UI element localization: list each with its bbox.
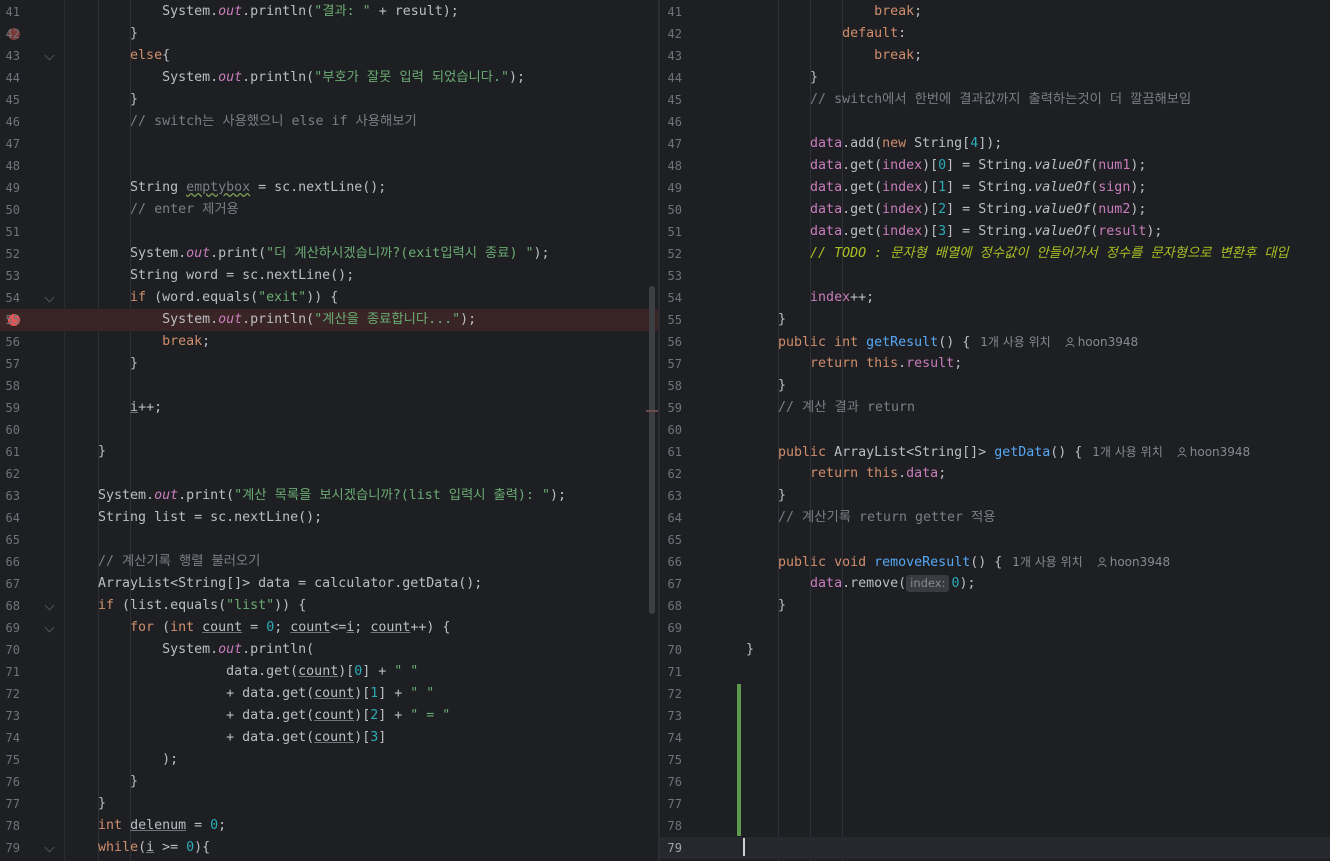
code-line[interactable]: 78 — [660, 815, 1330, 837]
code-line[interactable]: 55 } — [660, 309, 1330, 331]
fold-arrow-icon[interactable] — [44, 600, 55, 611]
code-line[interactable]: 70 System.out.println( — [0, 639, 658, 661]
code-line[interactable]: 68 } — [660, 595, 1330, 617]
author-hint[interactable]: hoon3948 — [1177, 445, 1250, 459]
code-line[interactable]: 45 // switch에서 한번에 결과값까지 출력하는것이 더 깔끔해보임 — [660, 89, 1330, 111]
user-icon — [1097, 557, 1107, 567]
code-line[interactable]: 62 — [0, 463, 658, 485]
code-line[interactable]: 71 — [660, 661, 1330, 683]
right-editor-pane[interactable]: 41 break; 42 default: 43 break; 44 } 45 … — [660, 0, 1330, 861]
fold-arrow-icon[interactable] — [44, 842, 55, 853]
code-line[interactable]: 51 data.get(index)[3] = String.valueOf(r… — [660, 221, 1330, 243]
code-line[interactable]: 69 for (int count = 0; count<=i; count++… — [0, 617, 658, 639]
left-scrollbar[interactable] — [649, 286, 655, 614]
code-line[interactable]: 56 break; — [0, 331, 658, 353]
vcs-added-marker[interactable] — [737, 684, 741, 836]
code-line-current[interactable]: 79 — [660, 837, 1330, 859]
code-line-breakpoint[interactable]: 55 System.out.println("계산을 종료합니다..."); — [0, 309, 658, 331]
code-line[interactable]: 70} — [660, 639, 1330, 661]
code-line[interactable]: 54 if (word.equals("exit")) { — [0, 287, 658, 309]
usage-hint[interactable]: 1개 사용 위치 — [980, 335, 1050, 349]
author-hint[interactable]: hoon3948 — [1097, 555, 1170, 569]
code-line[interactable]: 42 default: — [660, 23, 1330, 45]
code-line[interactable]: 69 — [660, 617, 1330, 639]
code-line[interactable]: 63 } — [660, 485, 1330, 507]
code-line[interactable]: 63 System.out.print("계산 목록을 보시겠습니까?(list… — [0, 485, 658, 507]
code-line[interactable]: 74 + data.get(count)[3] — [0, 727, 658, 749]
code-line[interactable]: 58 } — [660, 375, 1330, 397]
code-line[interactable]: 44 System.out.println("부호가 잘못 입력 되었습니다."… — [0, 67, 658, 89]
code-line[interactable]: 62 return this.data; — [660, 463, 1330, 485]
code-line[interactable]: 74 — [660, 727, 1330, 749]
code-line[interactable]: 64 // 계산기록 return getter 적용 — [660, 507, 1330, 529]
code-line[interactable]: 73 + data.get(count)[2] + " = " — [0, 705, 658, 727]
left-editor-pane[interactable]: 41 System.out.println("결과: " + result); … — [0, 0, 658, 861]
code-line[interactable]: 46 // switch는 사용했으니 else if 사용해보기 — [0, 111, 658, 133]
code-line[interactable]: 53 String word = sc.nextLine(); — [0, 265, 658, 287]
code-line[interactable]: 61 } — [0, 441, 658, 463]
code-line[interactable]: 78 int delenum = 0; — [0, 815, 658, 837]
code-line[interactable]: 57 } — [0, 353, 658, 375]
parameter-hint: index: — [906, 575, 950, 592]
code-line[interactable]: 45 } — [0, 89, 658, 111]
code-line[interactable]: 68 if (list.equals("list")) { — [0, 595, 658, 617]
code-line[interactable]: 64 String list = sc.nextLine(); — [0, 507, 658, 529]
author-hint[interactable]: hoon3948 — [1065, 335, 1138, 349]
code-line[interactable]: 71 data.get(count)[0] + " " — [0, 661, 658, 683]
code-line[interactable]: 49 data.get(index)[1] = String.valueOf(s… — [660, 177, 1330, 199]
code-line[interactable]: 49 String emptybox = sc.nextLine(); — [0, 177, 658, 199]
code-line[interactable]: 76 — [660, 771, 1330, 793]
fold-arrow-icon[interactable] — [44, 292, 55, 303]
code-line[interactable]: 60 — [0, 419, 658, 441]
code-line[interactable]: 43 else{ — [0, 45, 658, 67]
usage-hint[interactable]: 1개 사용 위치 — [1012, 555, 1082, 569]
code-line[interactable]: 77 } — [0, 793, 658, 815]
code-line[interactable]: 79 while(i >= 0){ — [0, 837, 658, 859]
code-line[interactable]: 58 — [0, 375, 658, 397]
code-line[interactable]: 72 — [660, 683, 1330, 705]
code-line[interactable]: 42 } — [0, 23, 658, 45]
scrollbar-marker — [646, 410, 658, 412]
code-line[interactable]: 48 — [0, 155, 658, 177]
code-line[interactable]: 50 // enter 제거용 — [0, 199, 658, 221]
text-caret — [743, 838, 745, 856]
code-line[interactable]: 66 // 계산기록 행렬 불러오기 — [0, 551, 658, 573]
code-line[interactable]: 61 public ArrayList<String[]> getData() … — [660, 441, 1330, 463]
code-line[interactable]: 46 — [660, 111, 1330, 133]
code-line[interactable]: 47 — [0, 133, 658, 155]
code-line[interactable]: 75 — [660, 749, 1330, 771]
code-line[interactable]: 76 } — [0, 771, 658, 793]
code-line[interactable]: 51 — [0, 221, 658, 243]
code-line[interactable]: 73 — [660, 705, 1330, 727]
user-icon — [1065, 337, 1075, 347]
code-line[interactable]: 67 data.remove(index: 0); — [660, 573, 1330, 595]
code-line[interactable]: 75 ); — [0, 749, 658, 771]
code-line[interactable]: 66 public void removeResult() {1개 사용 위치 h… — [660, 551, 1330, 573]
code-line[interactable]: 65 — [0, 529, 658, 551]
code-line[interactable]: 50 data.get(index)[2] = String.valueOf(n… — [660, 199, 1330, 221]
code-line[interactable]: 59 i++; — [0, 397, 658, 419]
code-line[interactable]: 43 break; — [660, 45, 1330, 67]
code-line[interactable]: 72 + data.get(count)[1] + " " — [0, 683, 658, 705]
code-line[interactable]: 65 — [660, 529, 1330, 551]
code-line[interactable]: 41 break; — [660, 1, 1330, 23]
code-line[interactable]: 77 — [660, 793, 1330, 815]
user-icon — [1177, 447, 1187, 457]
code-line[interactable]: 52 // TODO : 문자형 배열에 정수값이 안들어가서 정수를 문자형으… — [660, 243, 1330, 265]
code-line[interactable]: 41 System.out.println("결과: " + result); — [0, 1, 658, 23]
fold-arrow-icon[interactable] — [44, 50, 55, 61]
usage-hint[interactable]: 1개 사용 위치 — [1092, 445, 1162, 459]
code-line[interactable]: 56 public int getResult() {1개 사용 위치 hoon3… — [660, 331, 1330, 353]
code-line[interactable]: 60 — [660, 419, 1330, 441]
code-line[interactable]: 54 index++; — [660, 287, 1330, 309]
code-line[interactable]: 44 } — [660, 67, 1330, 89]
fold-arrow-icon[interactable] — [44, 622, 55, 633]
code-line[interactable]: 48 data.get(index)[0] = String.valueOf(n… — [660, 155, 1330, 177]
code-line[interactable]: 52 System.out.print("더 계산하시겠습니까?(exit입력시… — [0, 243, 658, 265]
code-line[interactable]: 67 ArrayList<String[]> data = calculator… — [0, 573, 658, 595]
code-line[interactable]: 57 return this.result; — [660, 353, 1330, 375]
code-line[interactable]: 53 — [660, 265, 1330, 287]
code-line[interactable]: 47 data.add(new String[4]); — [660, 133, 1330, 155]
code-line[interactable]: 59 // 계산 결과 return — [660, 397, 1330, 419]
